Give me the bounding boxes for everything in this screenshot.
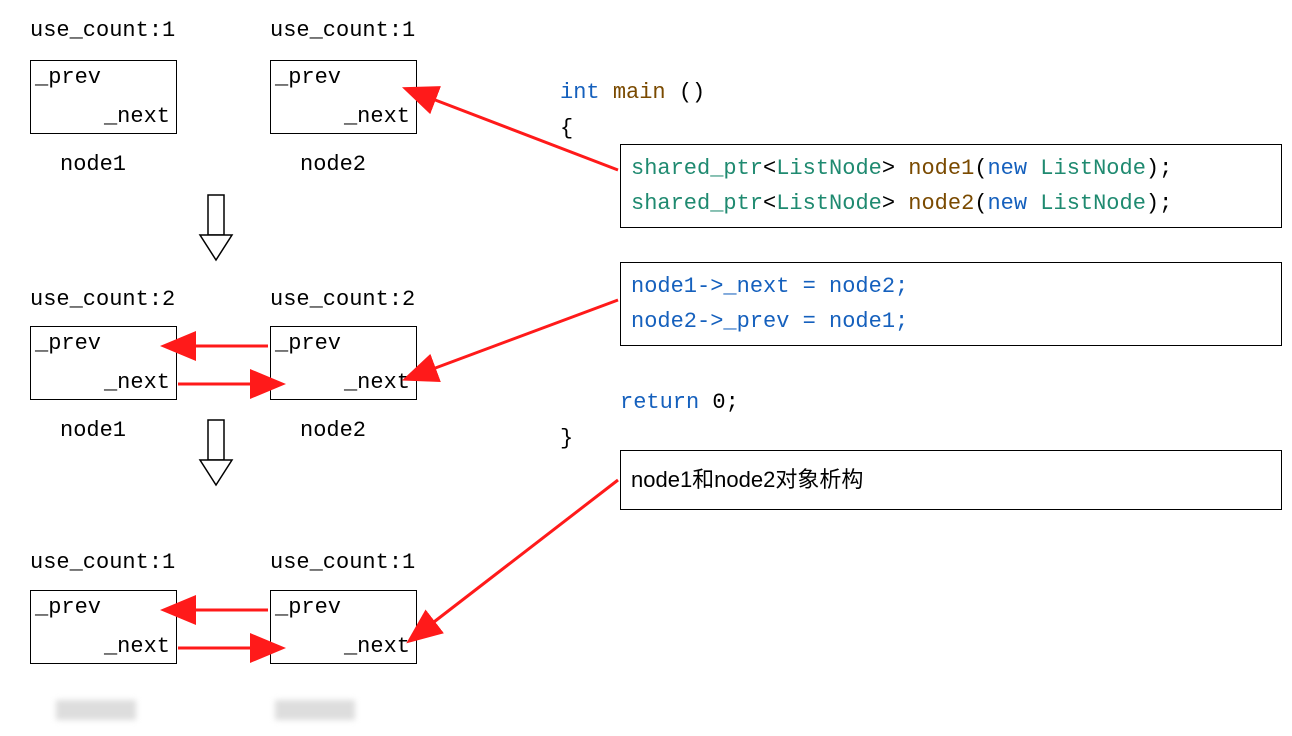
next-label: _next <box>104 104 170 129</box>
stage2-node2-box: _prev _next <box>270 326 417 400</box>
assign-line2: node2->_prev = node1; <box>631 304 1271 339</box>
arrow-codebox1-to-stage1 <box>430 98 618 170</box>
stage3-node1-label-blurred <box>56 700 136 720</box>
stage2-node2-label: node2 <box>300 418 366 443</box>
stage1-node2-label: node2 <box>300 152 366 177</box>
code-box-shared-ptr: shared_ptr<ListNode> node1(new ListNode)… <box>620 144 1282 228</box>
stage3-node1-usecount: use_count:1 <box>30 550 175 575</box>
code-return: return 0; <box>620 390 739 415</box>
prev-label: _prev <box>35 65 101 90</box>
prev-label: _prev <box>35 331 101 356</box>
prev-label: _prev <box>275 595 341 620</box>
arrows-overlay <box>0 0 1292 736</box>
next-label: _next <box>104 634 170 659</box>
brace-close: } <box>560 426 573 451</box>
kw-int: int <box>560 80 600 105</box>
stage1-node2-box: _prev _next <box>270 60 417 134</box>
stage1-node1-usecount: use_count:1 <box>30 18 175 43</box>
arrow-codebox3-to-stage3 <box>430 480 618 625</box>
fn-main: main <box>613 80 666 105</box>
down-arrow-1 <box>200 195 232 260</box>
stage3-node2-box: _prev _next <box>270 590 417 664</box>
assign-line1: node1->_next = node2; <box>631 269 1271 304</box>
destruct-text: node1和node2对象析构 <box>631 462 863 497</box>
stage3-node1-box: _prev _next <box>30 590 177 664</box>
next-label: _next <box>344 370 410 395</box>
prev-label: _prev <box>275 331 341 356</box>
prev-label: _prev <box>35 595 101 620</box>
code-line-int-main: int main () <box>560 80 705 105</box>
prev-label: _prev <box>275 65 341 90</box>
shared-ptr-line2: shared_ptr<ListNode> node2(new ListNode)… <box>631 186 1271 221</box>
arrow-codebox2-to-stage2 <box>430 300 618 370</box>
stage2-node1-box: _prev _next <box>30 326 177 400</box>
next-label: _next <box>104 370 170 395</box>
stage1-node1-box: _prev _next <box>30 60 177 134</box>
next-label: _next <box>344 634 410 659</box>
shared-ptr-line1: shared_ptr<ListNode> node1(new ListNode)… <box>631 151 1271 186</box>
stage2-node1-usecount: use_count:2 <box>30 287 175 312</box>
stage2-node1-label: node1 <box>60 418 126 443</box>
brace-open: { <box>560 116 573 141</box>
stage3-node2-usecount: use_count:1 <box>270 550 415 575</box>
stage3-node2-label-blurred <box>275 700 355 720</box>
stage2-node2-usecount: use_count:2 <box>270 287 415 312</box>
next-label: _next <box>344 104 410 129</box>
stage1-node1-label: node1 <box>60 152 126 177</box>
code-box-destruct: node1和node2对象析构 <box>620 450 1282 510</box>
stage1-node2-usecount: use_count:1 <box>270 18 415 43</box>
parens: () <box>679 80 705 105</box>
code-box-assign: node1->_next = node2; node2->_prev = nod… <box>620 262 1282 346</box>
down-arrow-2 <box>200 420 232 485</box>
